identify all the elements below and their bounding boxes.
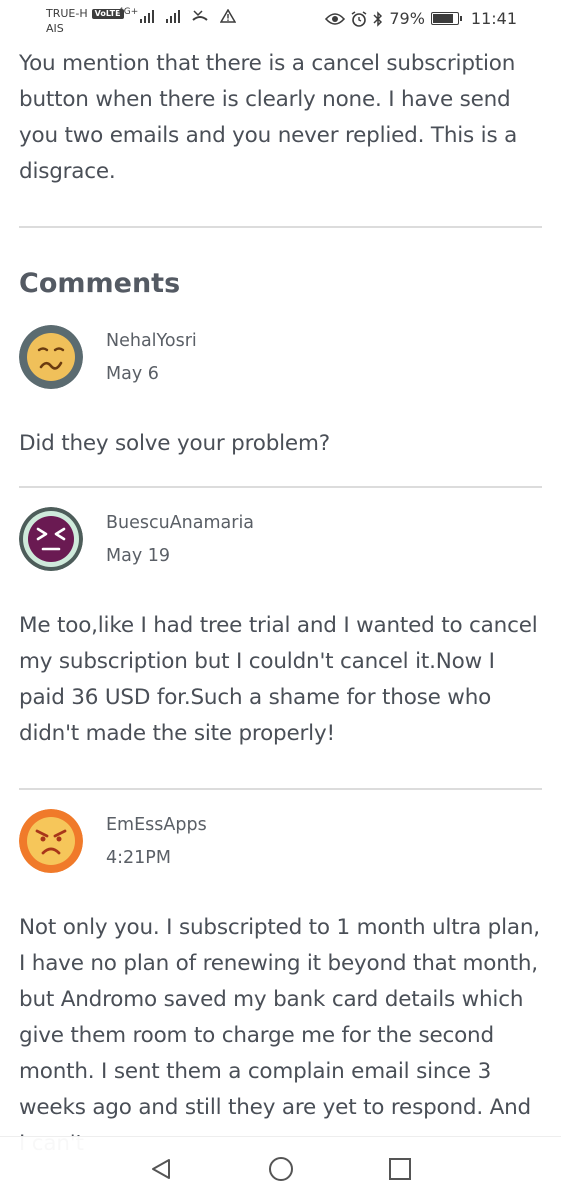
home-icon[interactable]: [268, 1157, 294, 1183]
signal-icon: [140, 9, 155, 23]
comment-date: 4:21PM: [106, 847, 171, 868]
comment-text: Me too,like I had tree trial and I wante…: [19, 613, 538, 746]
comment-meta: NehalYosri May 6: [106, 330, 197, 385]
signal-icon-2: [166, 9, 181, 23]
comment-author[interactable]: EmEssApps: [106, 814, 207, 836]
comment-meta: EmEssApps 4:21PM: [106, 814, 207, 869]
divider: [19, 226, 542, 228]
carrier-name-1: TRUE-H: [46, 7, 88, 20]
eye-icon: [325, 12, 346, 25]
comment-header: NehalYosri May 6: [19, 325, 542, 389]
comments-heading: Comments: [19, 268, 181, 299]
comment-date: May 6: [106, 363, 159, 384]
bluetooth-icon: [373, 10, 383, 27]
squinting-face-icon[interactable]: [19, 507, 83, 571]
battery-icon: [430, 12, 462, 25]
recents-icon[interactable]: [388, 1157, 412, 1181]
status-right: 79% 11:41: [325, 9, 517, 28]
comment-header: BuescuAnamaria May 19: [19, 507, 542, 571]
angry-face-icon[interactable]: [19, 809, 83, 873]
navigation-bar: [0, 1136, 561, 1201]
comment-header: EmEssApps 4:21PM: [19, 809, 542, 873]
network-type: 4G+: [118, 7, 139, 17]
carrier-info: TRUE-H VoLTE AIS: [46, 6, 124, 36]
divider: [19, 788, 542, 790]
battery-percent: 79%: [389, 9, 425, 28]
comment: BuescuAnamaria May 19 Me too,like I had …: [19, 507, 542, 752]
comment-text: Did they solve your problem?: [19, 431, 330, 456]
comment-text: Not only you. I subscripted to 1 month u…: [19, 915, 540, 1156]
warning-icon: [220, 9, 237, 23]
comment: EmEssApps 4:21PM Not only you. I subscri…: [19, 809, 542, 1162]
post-text: You mention that there is a cancel subsc…: [19, 51, 518, 184]
worried-face-icon[interactable]: [19, 325, 83, 389]
divider: [19, 486, 542, 488]
clock: 11:41: [470, 9, 517, 28]
alarm-icon: [351, 10, 367, 27]
comment-author[interactable]: NehalYosri: [106, 330, 197, 352]
carrier-name-2: AIS: [46, 22, 64, 35]
network-indicators: 4G+: [118, 7, 237, 23]
missed-call-icon: [192, 10, 208, 21]
comment-date: May 19: [106, 545, 171, 566]
comment-meta: BuescuAnamaria May 19: [106, 512, 254, 567]
back-icon[interactable]: [149, 1157, 173, 1181]
comment-author[interactable]: BuescuAnamaria: [106, 512, 254, 534]
comment: NehalYosri May 6 Did they solve your pro…: [19, 325, 542, 462]
page-content: You mention that there is a cancel subsc…: [19, 46, 542, 1162]
status-bar: TRUE-H VoLTE AIS 4G+ 79% 11:41: [0, 0, 561, 44]
